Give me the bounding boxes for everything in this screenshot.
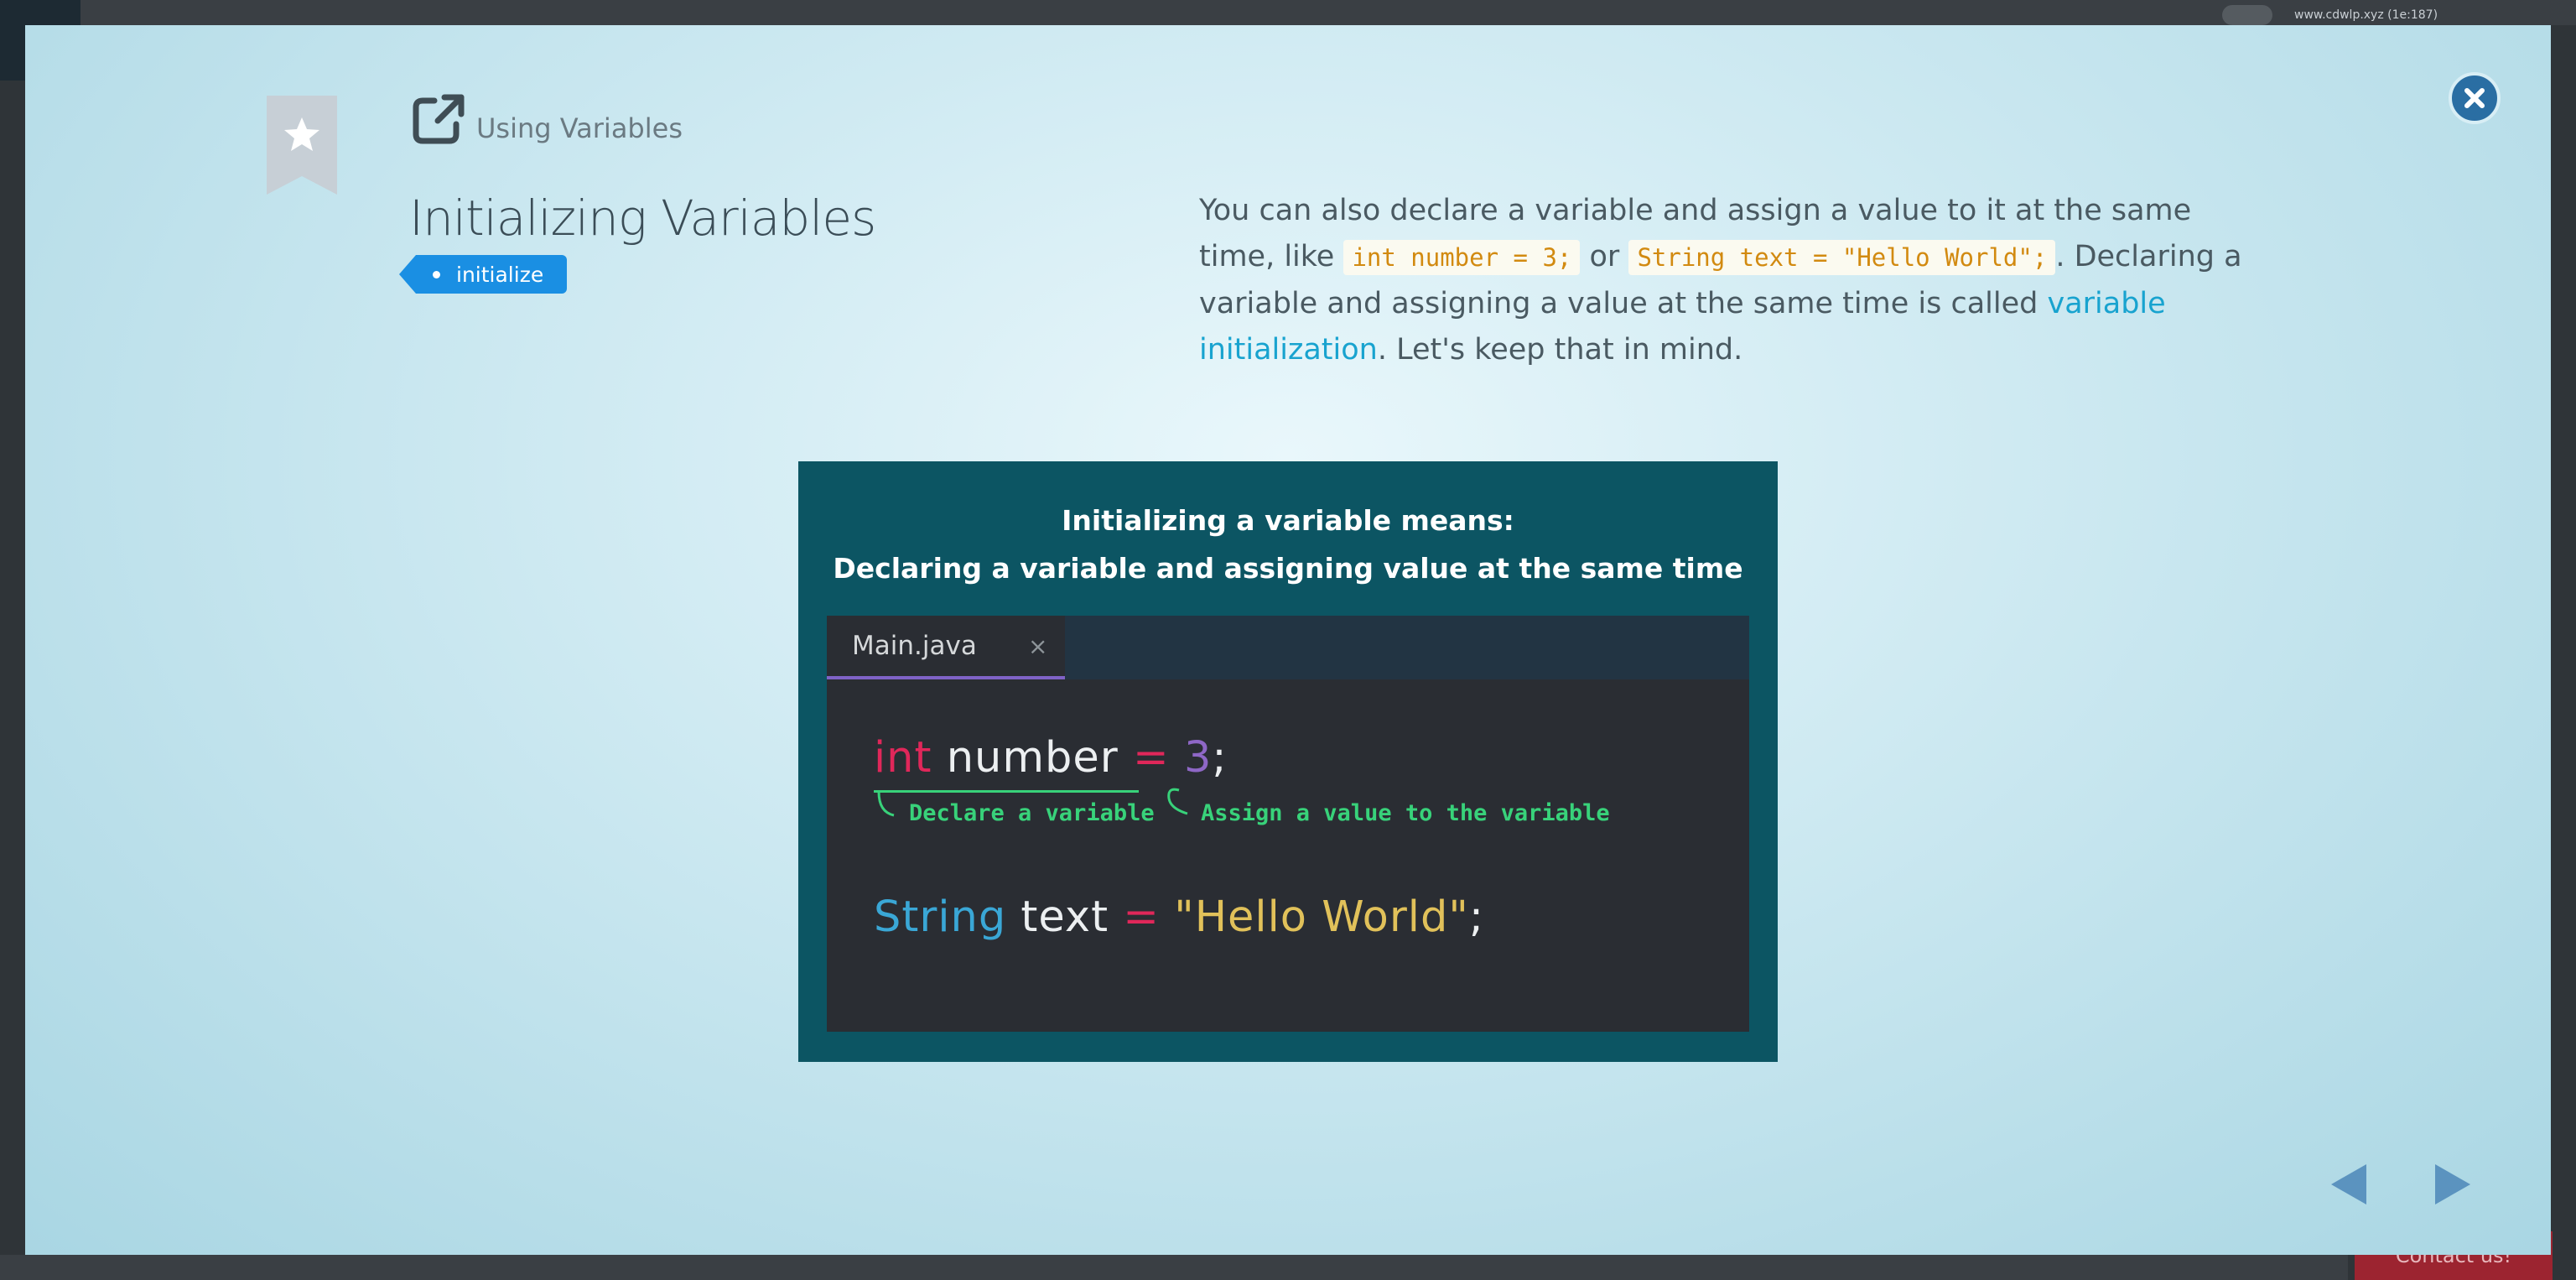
code-var-number: number [946, 733, 1119, 783]
declare-hook-icon [877, 792, 895, 817]
code-snippet-string: String text = "Hello World"; [1628, 240, 2056, 275]
figure-caption: Initializing a variable means: Declaring… [798, 497, 1778, 592]
code-type-string: String [874, 892, 1007, 942]
annotation-declare: Declare a variable [909, 800, 1155, 826]
page-title: Initializing Variables [409, 190, 876, 247]
bookmark-star-icon [267, 96, 337, 195]
editor-tabbar: Main.java × [827, 616, 1749, 679]
close-button[interactable] [2449, 72, 2501, 124]
desc-text-4: . Let's keep that in mind. [1377, 333, 1743, 367]
tag-dot-icon [433, 271, 440, 278]
code-op-eq: = [1132, 733, 1170, 783]
code-value-3: 3 [1183, 733, 1213, 783]
tag-label: initialize [456, 262, 544, 287]
annotation-assign: Assign a value to the variable [1201, 800, 1610, 826]
tab-close-icon: × [1028, 632, 1048, 660]
background-url-text: www.cdwlp.xyz (1e:187) [2294, 8, 2438, 22]
background-avatar [2222, 5, 2272, 25]
declare-underline [874, 790, 1139, 793]
breadcrumb-label[interactable]: Using Variables [476, 112, 683, 144]
background-bottom-strip [0, 1255, 2348, 1280]
external-link-icon[interactable] [411, 91, 468, 144]
code-line-string: String text = "Hello World"; [874, 892, 1484, 942]
code-snippet-int: int number = 3; [1343, 240, 1581, 275]
code-editor: Main.java × int number = 3; Declare a va… [827, 616, 1749, 1032]
figure-caption-line2: Declaring a variable and assigning value… [833, 552, 1743, 585]
assign-hook-icon [1167, 788, 1188, 815]
breadcrumb: Using Variables [411, 91, 683, 144]
background-topbar [0, 0, 2576, 25]
code-semicolon-2: ; [1468, 892, 1484, 942]
arrow-right-icon[interactable] [2432, 1163, 2474, 1206]
bookmark-button[interactable] [267, 96, 337, 195]
code-op-eq-2: = [1123, 892, 1161, 942]
code-var-text: text [1021, 892, 1109, 942]
code-value-string: "Hello World" [1174, 892, 1469, 942]
editor-tab-main: Main.java × [827, 616, 1065, 679]
close-icon [2464, 88, 2485, 108]
editor-tab-label: Main.java [852, 631, 977, 661]
lesson-modal: Using Variables Initializing Variables i… [25, 25, 2551, 1255]
figure-caption-line1: Initializing a variable means: [1062, 504, 1514, 537]
tag-initialize[interactable]: initialize [398, 255, 568, 294]
code-type-int: int [874, 733, 932, 783]
code-semicolon: ; [1212, 733, 1228, 783]
lesson-description: You can also declare a variable and assi… [1199, 188, 2256, 373]
arrow-left-icon[interactable] [2328, 1163, 2370, 1206]
lesson-figure: Initializing a variable means: Declaring… [798, 461, 1778, 1062]
code-line-int: int number = 3; [874, 733, 1228, 783]
desc-text-2: or [1580, 240, 1629, 273]
